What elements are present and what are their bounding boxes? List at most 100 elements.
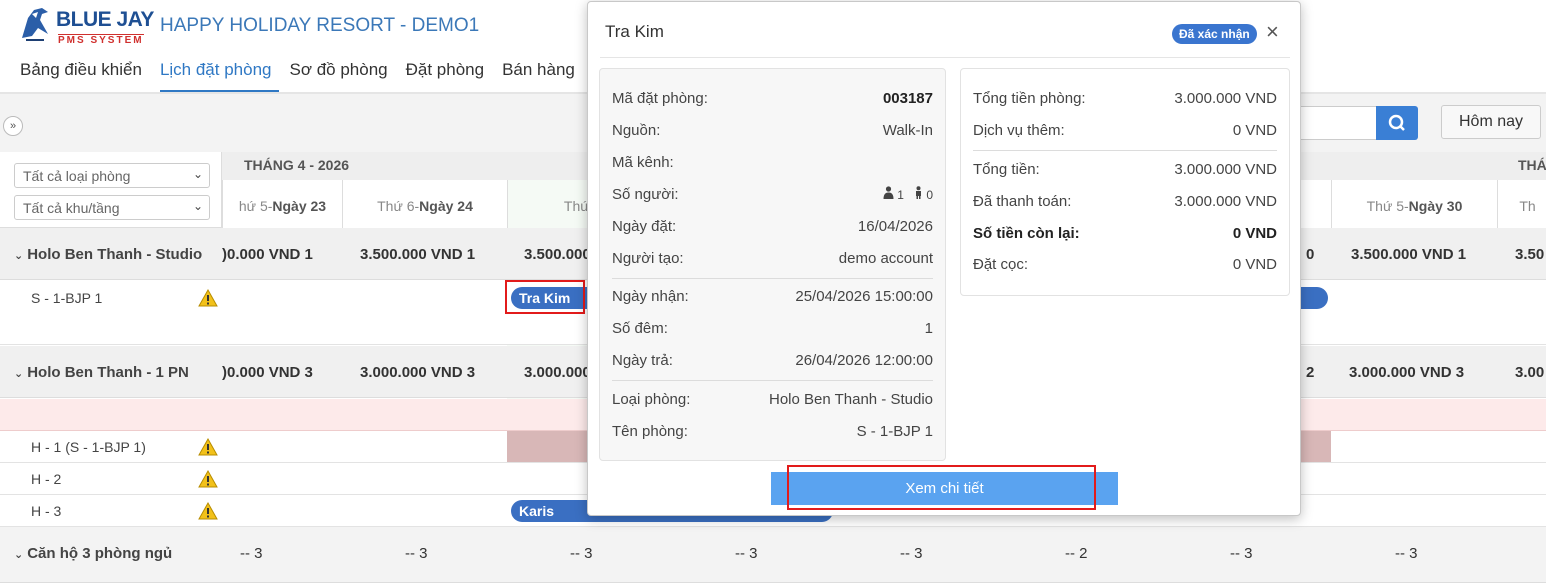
price-cell: 3.50 — [1515, 246, 1545, 263]
search-button[interactable] — [1376, 106, 1418, 140]
nav-booking-calendar[interactable]: Lịch đặt phòng — [159, 60, 280, 92]
divider — [973, 150, 1277, 151]
day-header: Thứ 5-Ngày 30 — [1331, 180, 1497, 232]
room-label: H - 1 (S - 1-BJP 1) — [31, 439, 146, 455]
nav-bookings[interactable]: Đặt phòng — [406, 60, 492, 92]
chevron-down-icon: ⌄ — [14, 549, 24, 561]
creator-label: Người tạo: — [612, 250, 684, 267]
expand-sidebar-button[interactable]: » — [3, 116, 23, 136]
room-label: H - 3 — [31, 503, 62, 519]
booked-date-label: Ngày đặt: — [612, 218, 677, 235]
warning-icon[interactable] — [198, 438, 218, 456]
source-label: Nguồn: — [612, 122, 661, 139]
price-cell: 3.500.000 — [524, 246, 591, 263]
price-cell: 3.500.000 VND 1 — [360, 246, 476, 263]
price-cell: 3.000.000 VND 3 — [1349, 364, 1465, 381]
room-type-select[interactable]: Tất cả loại phòng ⌄ — [14, 163, 210, 188]
day-header: hứ 5-Ngày 23 — [222, 180, 342, 232]
group-name: Holo Ben Thanh - 1 PN — [27, 364, 189, 381]
group-name: Holo Ben Thanh - Studio — [27, 246, 203, 263]
nav-dashboard[interactable]: Bảng điều khiển — [20, 60, 150, 92]
booked-date: 16/04/2026 — [857, 218, 933, 235]
nav-room-map[interactable]: Sơ đồ phòng — [289, 60, 395, 92]
month-label-next: THÁ — [1518, 157, 1546, 173]
child-icon — [915, 186, 921, 199]
price-cell: 3.000.000 — [524, 364, 591, 381]
remaining-value: 0 VND — [1232, 225, 1277, 242]
main-nav: Bảng điều khiển Lịch đặt phòng Sơ đồ phò… — [20, 60, 621, 92]
checkout-label: Ngày trả: — [612, 352, 673, 369]
chevron-down-icon: ⌄ — [14, 250, 24, 262]
hotel-name: HAPPY HOLIDAY RESORT - DEMO1 — [160, 15, 480, 36]
divider — [612, 278, 933, 279]
warning-icon[interactable] — [198, 502, 218, 520]
room-name-value: S - 1-BJP 1 — [856, 423, 933, 440]
chevron-down-icon: ⌄ — [192, 167, 203, 181]
channel-label: Mã kênh: — [612, 154, 674, 171]
guests-label: Số người: — [612, 186, 679, 203]
warning-icon[interactable] — [198, 470, 218, 488]
checkin-value: 25/04/2026 15:00:00 — [795, 288, 933, 305]
payment-panel: Tổng tiền phòng: 3.000.000 VND Dịch vụ th… — [960, 68, 1290, 296]
zone-select[interactable]: Tất cả khu/tầng ⌄ — [14, 195, 210, 220]
brand-name: BLUE JAY — [56, 8, 154, 31]
nights-label: Số đêm: — [612, 320, 668, 337]
chevron-down-icon: ⌄ — [192, 199, 203, 213]
booking-code-label: Mã đặt phòng: — [612, 90, 708, 107]
price-cell: )0.000 VND 1 — [222, 246, 313, 263]
price-cell: 3.00 — [1515, 364, 1545, 381]
deposit-value: 0 VND — [1232, 256, 1277, 273]
room-type-value: Holo Ben Thanh - Studio — [769, 391, 933, 408]
search-input[interactable] — [1298, 106, 1378, 140]
today-button[interactable]: Hôm nay — [1441, 105, 1541, 139]
nav-sales[interactable]: Bán hàng — [502, 60, 583, 92]
paid-label: Đã thanh toán: — [973, 193, 1072, 210]
divider — [600, 57, 1290, 58]
checkin-label: Ngày nhận: — [612, 288, 689, 305]
month-label: THÁNG 4 - 2026 — [244, 157, 350, 173]
status-badge: Đã xác nhận — [1172, 24, 1257, 44]
logo[interactable]: BLUE JAY PMS SYSTEM — [18, 4, 154, 48]
room-total-label: Tổng tiền phòng: — [973, 90, 1086, 107]
room-name-label: Tên phòng: — [612, 423, 688, 440]
chevron-down-icon: ⌄ — [14, 368, 24, 380]
price-cell: -- 3 — [735, 545, 758, 562]
price-cell: -- 3 — [1395, 545, 1418, 562]
remaining-label: Số tiền còn lại: — [973, 225, 1080, 242]
services-label: Dịch vụ thêm: — [973, 122, 1065, 139]
blocked-cell — [1301, 431, 1331, 462]
nights-value: 1 — [924, 320, 933, 337]
price-cell: 2 — [1306, 364, 1315, 381]
source-value: Walk-In — [882, 122, 933, 139]
guests-value: 1 0 — [883, 186, 933, 202]
room-group-row[interactable]: ⌄ Căn hộ 3 phòng ngủ -- 3 -- 3 -- 3 -- 3 … — [0, 527, 1546, 583]
group-name: Căn hộ 3 phòng ngủ — [27, 545, 173, 562]
day-header: Thứ 6-Ngày 24 — [342, 180, 507, 232]
adult-icon — [883, 186, 894, 199]
total-value: 3.000.000 VND — [1174, 161, 1277, 178]
booking-code: 003187 — [882, 90, 933, 107]
price-cell: 3.000.000 VND 3 — [360, 364, 476, 381]
price-cell: 0 — [1306, 246, 1315, 263]
deposit-label: Đặt cọc: — [973, 256, 1029, 273]
booking-info-panel: Mã đặt phòng: 003187 Nguồn: Walk-In Mã kên… — [599, 68, 946, 461]
divider — [612, 380, 933, 381]
brand-subtitle: PMS SYSTEM — [58, 34, 144, 46]
price-cell: 3.500.000 VND 1 — [1351, 246, 1467, 263]
paid-value: 3.000.000 VND — [1174, 193, 1277, 210]
booking-popup: Tra Kim Đã xác nhận × Mã đặt phòng: 00318… — [587, 1, 1301, 516]
search-icon — [1388, 114, 1405, 131]
room-total-value: 3.000.000 VND — [1174, 90, 1277, 107]
room-type-label: Loại phòng: — [612, 391, 691, 408]
day-header: Th — [1497, 180, 1546, 232]
popup-title: Tra Kim — [605, 22, 664, 41]
services-value: 0 VND — [1232, 122, 1277, 139]
button-highlight-box — [787, 465, 1096, 510]
price-cell: -- 2 — [1065, 545, 1088, 562]
room-label: H - 2 — [31, 471, 62, 487]
warning-icon[interactable] — [198, 289, 218, 307]
room-label: S - 1-BJP 1 — [31, 290, 103, 306]
close-icon[interactable]: × — [1266, 20, 1279, 44]
creator-value: demo account — [838, 250, 933, 267]
price-cell: -- 3 — [570, 545, 593, 562]
